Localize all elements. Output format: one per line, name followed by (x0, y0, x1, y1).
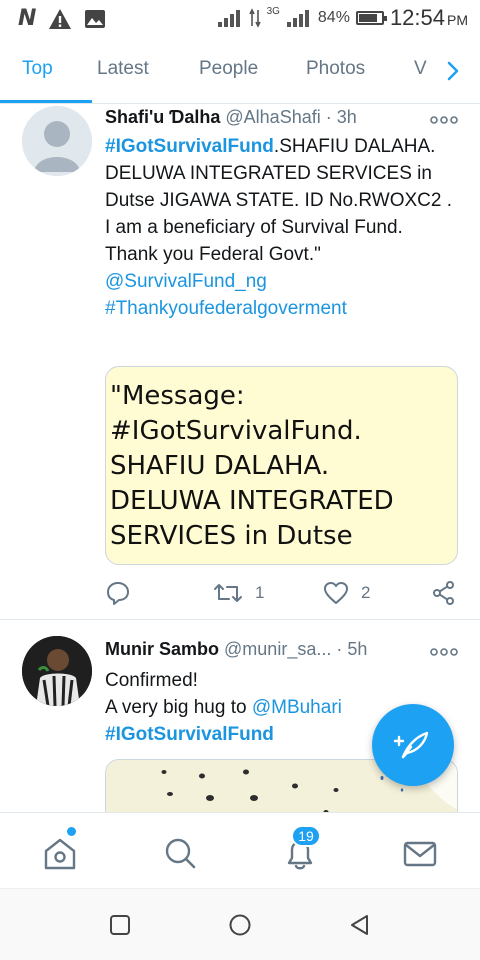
status-notifications: N (18, 6, 106, 31)
reply-button[interactable] (105, 580, 143, 606)
messages-mail-icon[interactable] (400, 833, 440, 873)
clock-ampm: PM (447, 12, 468, 28)
tweet-header: Shafi'u Ɗalha @AlhaShafi · 3h (105, 107, 460, 128)
signal-icon-2 (286, 10, 309, 27)
recent-apps-icon[interactable] (108, 913, 132, 937)
hashtag-link[interactable]: #IGotSurvivalFund (105, 724, 274, 745)
tab-videos[interactable]: V (414, 58, 427, 80)
status-system: 3G 84% 12:54 PM (217, 5, 468, 31)
tweet-line-1: Confirmed! (105, 670, 198, 691)
tweet-header: Munir Sambo @munir_sa... · 5h (105, 639, 460, 660)
tweet-image[interactable]: "Message: #IGotSurvivalFund. SHAFIU DALA… (105, 366, 458, 565)
retweet-button[interactable]: 1 (213, 580, 264, 606)
tab-photos[interactable]: Photos (306, 58, 365, 80)
clock-time: 12:54 (389, 5, 445, 30)
tab-top[interactable]: Top (22, 58, 53, 80)
warning-icon (49, 8, 72, 29)
tab-active-indicator (0, 100, 92, 103)
notifications-count-badge: 19 (291, 825, 321, 847)
status-bar: N 3G 84% 12:54 PM (0, 0, 480, 38)
signal-icon (217, 10, 240, 27)
author-name[interactable]: Shafi'u Ɗalha (105, 107, 220, 127)
author-handle[interactable]: @AlhaShafi (225, 107, 320, 127)
hashtag-link-2[interactable]: #Thankyoufederalgoverment (105, 298, 347, 319)
search-tabs: Top Latest People Photos V (0, 38, 480, 104)
home-new-dot (67, 827, 76, 836)
system-nav-bar (0, 888, 480, 960)
avatar[interactable] (22, 106, 92, 176)
tab-latest[interactable]: Latest (97, 58, 149, 80)
n-app-icon: N (18, 6, 37, 31)
hashtag-link[interactable]: #IGotSurvivalFund (105, 136, 274, 157)
tweet-actions: 1 2 (105, 580, 465, 610)
home-circle-icon[interactable] (228, 913, 252, 937)
tweet-time: · 3h (325, 107, 357, 127)
mention-link[interactable]: @MBuhari (252, 697, 342, 718)
retweet-icon (214, 584, 242, 602)
image-icon (85, 9, 106, 28)
compose-tweet-button[interactable] (372, 704, 454, 786)
data-arrows-icon (248, 8, 261, 28)
tweet-time: · 5h (336, 639, 368, 659)
share-icon (433, 581, 454, 605)
network-type: 3G (266, 5, 280, 17)
tab-people[interactable]: People (199, 58, 258, 80)
clock: 12:54 PM (390, 5, 468, 31)
tweet-text: #IGotSurvivalFund.SHAFIU DALAHA. DELUWA … (105, 133, 456, 322)
retweet-count: 1 (255, 583, 265, 602)
compose-feather-icon (393, 731, 429, 759)
chevron-right-icon[interactable] (438, 56, 468, 86)
default-avatar-icon (22, 106, 92, 176)
battery-percent: 84% (317, 9, 350, 26)
tweet[interactable]: Shafi'u Ɗalha @AlhaShafi · 3h #IGotSurvi… (0, 104, 480, 619)
back-triangle-icon[interactable] (348, 913, 372, 937)
like-button[interactable]: 2 (323, 580, 370, 606)
search-icon[interactable] (160, 833, 200, 873)
like-count: 2 (361, 583, 371, 602)
more-options-icon[interactable] (430, 647, 458, 657)
mention-link[interactable]: @SurvivalFund_ng (105, 271, 267, 292)
heart-icon (324, 582, 348, 604)
profile-photo (22, 636, 92, 706)
author-name[interactable]: Munir Sambo (105, 639, 219, 659)
tweet-line-2: A very big hug to (105, 697, 252, 718)
battery-icon (355, 11, 387, 25)
more-options-icon[interactable] (430, 115, 458, 125)
reply-icon (107, 582, 129, 605)
author-handle[interactable]: @munir_sa... (224, 639, 331, 659)
home-icon[interactable] (40, 833, 80, 873)
share-button[interactable] (431, 580, 457, 606)
image-message-text: "Message: #IGotSurvivalFund. SHAFIU DALA… (110, 381, 394, 551)
bottom-nav: 19 (0, 812, 480, 888)
avatar[interactable] (22, 636, 92, 706)
